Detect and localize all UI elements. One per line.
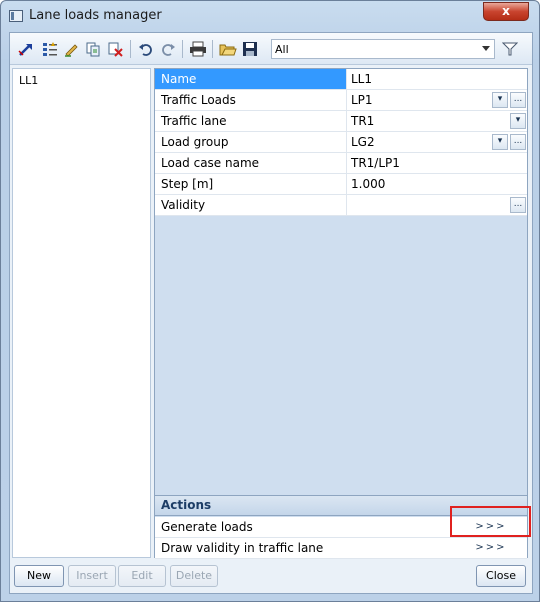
ellipsis-button[interactable]: ... [510,134,526,150]
print-icon[interactable] [188,40,208,58]
toolbar-separator [182,40,183,58]
action-row-draw-validity[interactable]: Draw validity in traffic lane >>> [155,538,527,559]
title-bar: Lane loads manager x [1,1,539,31]
filter-combo-value: All [275,43,289,56]
filter-icon[interactable] [500,40,520,58]
toolbar-separator [130,40,131,58]
copy-icon[interactable] [84,40,104,58]
property-label: Name [155,69,347,89]
actions-header: Actions [155,495,527,516]
ellipsis-button[interactable]: ... [510,92,526,108]
filter-combo[interactable]: All [271,39,495,59]
pencil-icon[interactable] [62,40,82,58]
client-area: All LL1 Name LL1 Traffic Loads LP1 ▾ ...… [9,32,533,594]
edit-button[interactable]: Edit [118,565,166,587]
toolbar: All [10,33,532,65]
property-label: Validity [155,195,347,215]
chevron-down-icon[interactable]: ▾ [492,92,508,108]
lane-loads-manager-window: Lane loads manager x All LL1 Name LL1 Tr… [0,0,540,602]
new-button[interactable]: New [14,565,64,587]
property-label: Load group [155,132,347,152]
open-folder-icon[interactable] [218,40,238,58]
save-icon[interactable] [240,40,260,58]
properties-icon[interactable] [40,40,60,58]
delete-button[interactable]: Delete [170,565,218,587]
lane-loads-list[interactable]: LL1 [12,68,151,558]
traffic-lane-select[interactable]: TR1 [348,111,527,131]
property-row-validity[interactable]: Validity ... [155,195,527,216]
redo-icon[interactable] [158,40,178,58]
validity-field[interactable] [348,195,527,215]
chevron-down-icon[interactable] [479,41,493,57]
load-case-name-field[interactable]: TR1/LP1 [348,153,527,173]
property-row-name[interactable]: Name LL1 [155,69,527,90]
dialog-button-bar: New Insert Edit Delete Close [12,562,530,590]
window-close-button[interactable]: x [483,2,529,21]
action-row-generate-loads[interactable]: Generate loads >>> [155,517,527,538]
list-item-ll1[interactable]: LL1 [19,74,38,87]
property-row-step[interactable]: Step [m] 1.000 [155,174,527,195]
step-field[interactable]: 1.000 [348,174,527,194]
toolbar-separator [212,40,213,58]
name-field[interactable]: LL1 [348,69,527,89]
window-icon [9,10,23,22]
action-label: Draw validity in traffic lane [161,541,324,555]
property-row-load-group[interactable]: Load group LG2 ▾ ... [155,132,527,153]
draw-validity-button[interactable]: >>> [456,540,526,556]
property-label: Step [m] [155,174,347,194]
undo-icon[interactable] [136,40,156,58]
insert-button[interactable]: Insert [68,565,116,587]
property-label: Load case name [155,153,347,173]
delete-icon[interactable] [106,40,126,58]
action-label: Generate loads [161,520,253,534]
edit-pointer-icon[interactable] [16,40,36,58]
property-label: Traffic lane [155,111,347,131]
chevron-down-icon[interactable]: ▾ [510,113,526,129]
window-title: Lane loads manager [29,8,162,23]
generate-loads-button[interactable]: >>> [456,519,526,535]
property-row-traffic-loads[interactable]: Traffic Loads LP1 ▾ ... [155,90,527,111]
ellipsis-button[interactable]: ... [510,197,526,213]
property-label: Traffic Loads [155,90,347,110]
property-row-load-case-name[interactable]: Load case name TR1/LP1 [155,153,527,174]
chevron-down-icon[interactable]: ▾ [492,134,508,150]
property-grid: Name LL1 Traffic Loads LP1 ▾ ... Traffic… [154,68,528,559]
property-row-traffic-lane[interactable]: Traffic lane TR1 ▾ [155,111,527,132]
close-button[interactable]: Close [476,565,526,587]
